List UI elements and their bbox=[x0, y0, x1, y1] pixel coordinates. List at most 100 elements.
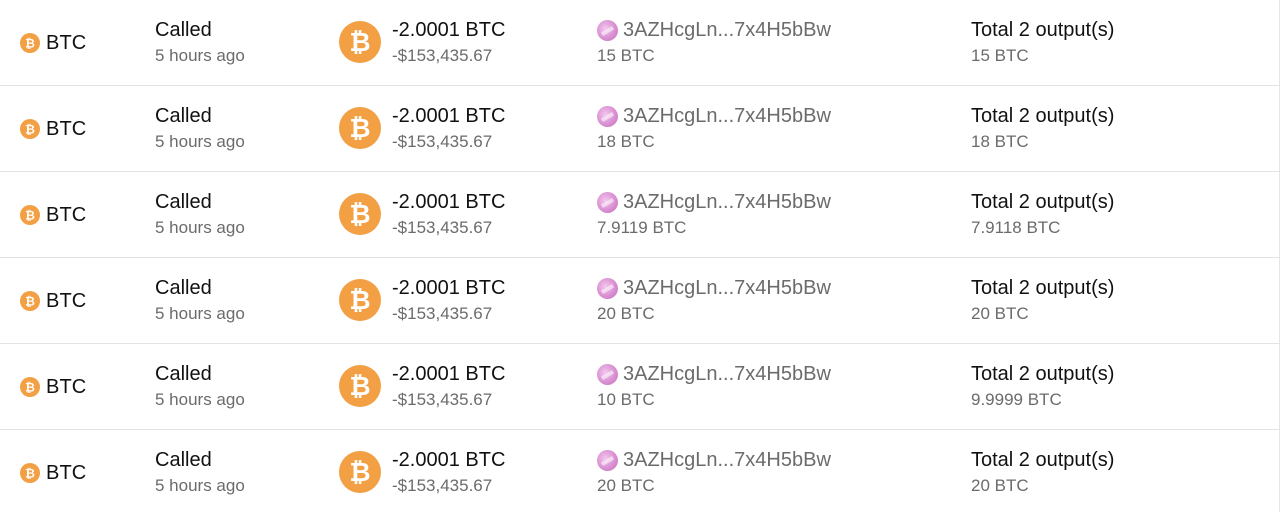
svg-text:₿: ₿ bbox=[25, 381, 35, 395]
table-row[interactable]: ₿ BTC Called 5 hours ago ₿ -2.0001 BTC -… bbox=[0, 258, 1279, 344]
amount-cell: -2.0001 BTC -$153,435.67 bbox=[392, 189, 505, 239]
address-avatar-icon bbox=[597, 19, 618, 41]
asset-cell: ₿ BTC bbox=[20, 258, 86, 344]
from-cell: 3AZHcgLn...7x4H5bBw 10 BTC bbox=[597, 361, 831, 411]
method-cell: Called 5 hours ago bbox=[155, 361, 245, 411]
asset-ticker[interactable]: BTC bbox=[46, 204, 86, 227]
asset-ticker[interactable]: BTC bbox=[46, 376, 86, 399]
from-cell: 3AZHcgLn...7x4H5bBw 7.9119 BTC bbox=[597, 189, 831, 239]
timestamp: 5 hours ago bbox=[155, 132, 245, 151]
amount-value: -2.0001 BTC bbox=[392, 363, 506, 385]
bitcoin-icon: ₿ bbox=[339, 21, 381, 63]
asset-cell: ₿ BTC bbox=[20, 344, 86, 430]
outputs-summary-link[interactable]: Total 2 output(s) bbox=[971, 275, 1114, 301]
from-amount: 20 BTC bbox=[597, 476, 655, 495]
asset-ticker[interactable]: BTC bbox=[46, 32, 86, 55]
amount-usd: -$153,435.67 bbox=[392, 132, 493, 151]
amount-cell: -2.0001 BTC -$153,435.67 bbox=[392, 275, 505, 325]
from-address-link[interactable]: 3AZHcgLn...7x4H5bBw bbox=[623, 449, 831, 472]
amount-usd: -$153,435.67 bbox=[392, 476, 493, 495]
from-address-link[interactable]: 3AZHcgLn...7x4H5bBw bbox=[623, 277, 831, 300]
amount-cell: -2.0001 BTC -$153,435.67 bbox=[392, 17, 505, 67]
from-address-link[interactable]: 3AZHcgLn...7x4H5bBw bbox=[623, 105, 831, 128]
to-cell: Total 2 output(s) 9.9999 BTC bbox=[971, 361, 1114, 411]
table-row[interactable]: ₿ BTC Called 5 hours ago ₿ -2.0001 BTC -… bbox=[0, 172, 1279, 258]
asset-ticker[interactable]: BTC bbox=[46, 462, 86, 485]
asset-cell: ₿ BTC bbox=[20, 430, 86, 512]
svg-text:₿: ₿ bbox=[349, 286, 370, 315]
svg-text:₿: ₿ bbox=[349, 114, 370, 143]
method-cell: Called 5 hours ago bbox=[155, 17, 245, 67]
outputs-summary-link[interactable]: Total 2 output(s) bbox=[971, 361, 1114, 387]
address-avatar-icon bbox=[597, 363, 618, 385]
asset-ticker[interactable]: BTC bbox=[46, 118, 86, 141]
from-address-link[interactable]: 3AZHcgLn...7x4H5bBw bbox=[623, 363, 831, 386]
amount-value: -2.0001 BTC bbox=[392, 105, 506, 127]
to-cell: Total 2 output(s) 7.9118 BTC bbox=[971, 189, 1114, 239]
address-avatar-icon bbox=[597, 105, 618, 127]
amount-usd: -$153,435.67 bbox=[392, 390, 493, 409]
from-cell: 3AZHcgLn...7x4H5bBw 20 BTC bbox=[597, 275, 831, 325]
bitcoin-icon: ₿ bbox=[339, 279, 381, 321]
outputs-summary-link[interactable]: Total 2 output(s) bbox=[971, 17, 1114, 43]
from-amount: 20 BTC bbox=[597, 304, 655, 323]
table-row[interactable]: ₿ BTC Called 5 hours ago ₿ -2.0001 BTC -… bbox=[0, 344, 1279, 430]
to-cell: Total 2 output(s) 20 BTC bbox=[971, 447, 1114, 497]
svg-text:₿: ₿ bbox=[349, 200, 370, 229]
to-amount: 18 BTC bbox=[971, 132, 1029, 151]
method-cell: Called 5 hours ago bbox=[155, 447, 245, 497]
method-label: Called bbox=[155, 191, 212, 213]
to-cell: Total 2 output(s) 18 BTC bbox=[971, 103, 1114, 153]
svg-text:₿: ₿ bbox=[25, 37, 35, 51]
svg-text:₿: ₿ bbox=[25, 123, 35, 137]
method-label: Called bbox=[155, 105, 212, 127]
svg-text:₿: ₿ bbox=[349, 28, 370, 57]
bitcoin-icon: ₿ bbox=[20, 33, 40, 53]
amount-cell: -2.0001 BTC -$153,435.67 bbox=[392, 447, 505, 497]
from-amount: 7.9119 BTC bbox=[597, 218, 687, 237]
outputs-summary-link[interactable]: Total 2 output(s) bbox=[971, 103, 1114, 129]
svg-text:₿: ₿ bbox=[25, 209, 35, 223]
asset-cell: ₿ BTC bbox=[20, 86, 86, 172]
svg-text:₿: ₿ bbox=[25, 295, 35, 309]
to-cell: Total 2 output(s) 15 BTC bbox=[971, 17, 1114, 67]
table-row[interactable]: ₿ BTC Called 5 hours ago ₿ -2.0001 BTC -… bbox=[0, 86, 1279, 172]
method-label: Called bbox=[155, 449, 212, 471]
address-avatar-icon bbox=[597, 449, 618, 471]
amount-cell: -2.0001 BTC -$153,435.67 bbox=[392, 361, 505, 411]
outputs-summary-link[interactable]: Total 2 output(s) bbox=[971, 447, 1114, 473]
from-cell: 3AZHcgLn...7x4H5bBw 20 BTC bbox=[597, 447, 831, 497]
amount-cell: -2.0001 BTC -$153,435.67 bbox=[392, 103, 505, 153]
method-cell: Called 5 hours ago bbox=[155, 189, 245, 239]
bitcoin-icon: ₿ bbox=[339, 107, 381, 149]
from-address-link[interactable]: 3AZHcgLn...7x4H5bBw bbox=[623, 19, 831, 42]
timestamp: 5 hours ago bbox=[155, 304, 245, 323]
asset-ticker[interactable]: BTC bbox=[46, 290, 86, 313]
timestamp: 5 hours ago bbox=[155, 218, 245, 237]
to-amount: 20 BTC bbox=[971, 304, 1029, 323]
bitcoin-icon: ₿ bbox=[339, 451, 381, 493]
to-amount: 9.9999 BTC bbox=[971, 390, 1062, 409]
table-row[interactable]: ₿ BTC Called 5 hours ago ₿ -2.0001 BTC -… bbox=[0, 0, 1279, 86]
amount-value: -2.0001 BTC bbox=[392, 191, 506, 213]
amount-usd: -$153,435.67 bbox=[392, 218, 493, 237]
timestamp: 5 hours ago bbox=[155, 390, 245, 409]
to-amount: 15 BTC bbox=[971, 46, 1029, 65]
table-row[interactable]: ₿ BTC Called 5 hours ago ₿ -2.0001 BTC -… bbox=[0, 430, 1279, 512]
bitcoin-icon: ₿ bbox=[20, 377, 40, 397]
to-amount: 7.9118 BTC bbox=[971, 218, 1061, 237]
from-amount: 18 BTC bbox=[597, 132, 655, 151]
method-cell: Called 5 hours ago bbox=[155, 103, 245, 153]
method-label: Called bbox=[155, 277, 212, 299]
amount-value: -2.0001 BTC bbox=[392, 449, 506, 471]
method-cell: Called 5 hours ago bbox=[155, 275, 245, 325]
from-amount: 15 BTC bbox=[597, 46, 655, 65]
amount-usd: -$153,435.67 bbox=[392, 304, 493, 323]
timestamp: 5 hours ago bbox=[155, 476, 245, 495]
from-address-link[interactable]: 3AZHcgLn...7x4H5bBw bbox=[623, 191, 831, 214]
address-avatar-icon bbox=[597, 191, 618, 213]
outputs-summary-link[interactable]: Total 2 output(s) bbox=[971, 189, 1114, 215]
from-cell: 3AZHcgLn...7x4H5bBw 15 BTC bbox=[597, 17, 831, 67]
to-amount: 20 BTC bbox=[971, 476, 1029, 495]
from-cell: 3AZHcgLn...7x4H5bBw 18 BTC bbox=[597, 103, 831, 153]
